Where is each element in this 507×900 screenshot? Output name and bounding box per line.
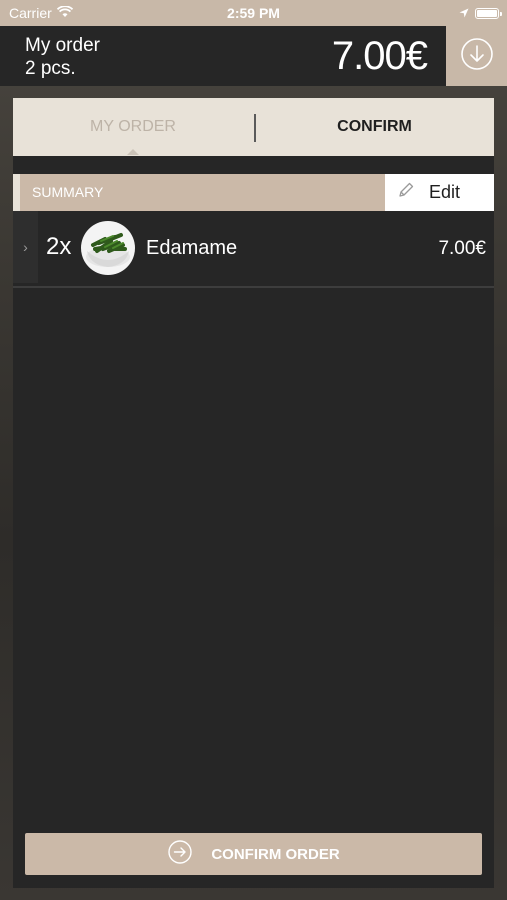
tab-my-order[interactable]: MY ORDER	[13, 98, 253, 156]
confirm-order-button[interactable]: CONFIRM ORDER	[25, 833, 482, 875]
collapse-order-button[interactable]	[446, 26, 507, 86]
order-panel: MY ORDER CONFIRM SUMMARY Edit › 2x Edama…	[13, 98, 494, 888]
item-name: Edamame	[146, 237, 238, 259]
edit-label: Edit	[429, 182, 461, 202]
status-time: 2:59 PM	[227, 5, 280, 21]
order-title: My order	[25, 35, 100, 56]
arrow-right-circle-icon	[167, 839, 193, 869]
summary-bar: SUMMARY Edit	[13, 174, 494, 211]
row-divider	[13, 286, 494, 288]
list-item[interactable]: › 2x Edamame 7.00€	[13, 211, 494, 283]
tab-confirm[interactable]: CONFIRM	[255, 98, 494, 156]
summary-accent	[13, 174, 20, 211]
status-right	[459, 5, 502, 21]
summary-label: SUMMARY	[32, 184, 104, 200]
active-tab-indicator	[127, 149, 139, 155]
location-icon	[459, 5, 469, 21]
order-header: My order 2 pcs. 7.00€	[0, 26, 507, 86]
confirm-order-label: CONFIRM ORDER	[211, 845, 340, 863]
status-bar: Carrier 2:59 PM	[0, 0, 507, 26]
edit-button[interactable]: Edit	[385, 174, 494, 211]
item-quantity: 2x	[46, 233, 72, 260]
download-circle-icon	[460, 37, 494, 76]
item-price: 7.00€	[438, 238, 486, 259]
chevron-right-icon[interactable]: ›	[13, 211, 38, 283]
order-total: 7.00€	[331, 34, 428, 78]
item-thumbnail	[81, 221, 135, 275]
order-count: 2 pcs.	[25, 58, 76, 79]
battery-icon	[475, 7, 502, 19]
pencil-icon	[397, 181, 415, 204]
order-tabs: MY ORDER CONFIRM	[13, 98, 494, 156]
